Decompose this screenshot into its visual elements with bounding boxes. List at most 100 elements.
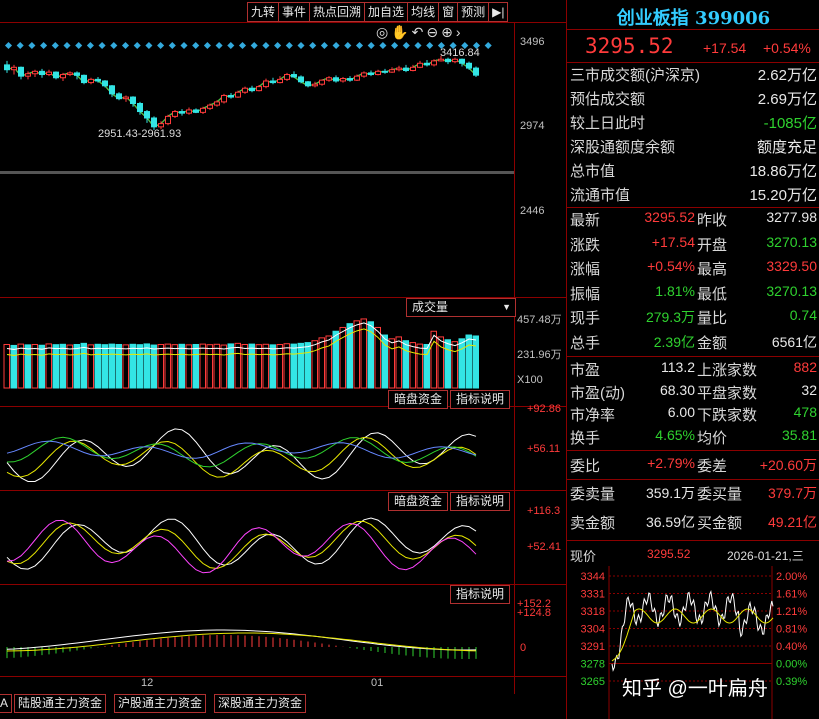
candle-body xyxy=(284,74,290,80)
quote-row: 最新 3295.52 昨收 3277.98 xyxy=(567,209,819,232)
y-label: +52.41 xyxy=(527,541,561,553)
tab-a[interactable]: A xyxy=(0,694,13,713)
volume-bar xyxy=(87,344,94,389)
candle-body xyxy=(11,66,17,71)
quote-cell: 379.7万 xyxy=(767,485,817,501)
volume-bar xyxy=(227,343,234,389)
volume-bar xyxy=(157,343,164,389)
signal-diamond xyxy=(16,41,24,50)
candle-body xyxy=(389,69,395,73)
candle-body xyxy=(39,70,45,76)
signal-diamond xyxy=(367,41,375,50)
mini-price: 3295.52 xyxy=(647,547,691,561)
quote-row: 换手 4.65% 均价 35.81 xyxy=(567,427,819,450)
index-title: 创业板指 399006 xyxy=(616,8,771,29)
y-label: 2446 xyxy=(520,205,545,217)
chart-tool-icons[interactable]: ◎✋↶⊖⊕› xyxy=(376,24,464,41)
quote-cell: 2.39亿 xyxy=(653,333,695,350)
signal-diamond xyxy=(402,41,410,50)
kline-chart-area[interactable]: 九转 事件 热点回溯 加自选 均线窗预测 ▶| ◎✋↶⊖⊕› 3496 2974 2446… xyxy=(0,0,566,719)
candle-body xyxy=(235,91,241,98)
indicator-help-button[interactable]: 指标说明 xyxy=(450,492,511,511)
indicator-help-button[interactable]: 指标说明 xyxy=(450,390,511,409)
volume-bar xyxy=(451,341,458,389)
quote-cell: 478 xyxy=(793,404,817,420)
quote-cell: +0.54% xyxy=(647,258,695,274)
tab-hk-connect-fund[interactable]: 陆股通主力资金 xyxy=(14,694,107,713)
quote-cell: 昨收 xyxy=(697,212,728,229)
signal-diamond xyxy=(121,41,130,50)
tab-sz-connect-fund[interactable]: 深股通主力资金 xyxy=(214,694,307,713)
volume-select[interactable]: 成交量 ▼ xyxy=(406,298,516,317)
quote-cell: 总手 xyxy=(570,334,601,352)
summary-row-value: 18.86万亿 xyxy=(749,163,817,180)
y-label: 457.48万 xyxy=(517,314,562,326)
mini-y-label-pct: 2.00% xyxy=(776,571,807,583)
quote-cell: 最高 xyxy=(697,261,728,278)
signal-diamond xyxy=(168,41,176,50)
volume-bar xyxy=(311,340,318,389)
indicator-help-button[interactable]: 指标说明 xyxy=(450,585,511,604)
quote-row: 涨跌 +17.54 开盘 3270.13 xyxy=(567,234,819,257)
volume-bar xyxy=(31,343,38,389)
mini-y-label-pct: 0.39% xyxy=(776,676,807,688)
hand-icon[interactable]: ✋ xyxy=(391,24,411,40)
dark-fund-button[interactable]: 暗盘资金 xyxy=(388,492,449,511)
candle-body xyxy=(102,80,108,87)
eye-icon[interactable]: ◎ xyxy=(376,24,391,40)
watermark: 知乎 @一叶扁舟 xyxy=(622,678,768,700)
signal-diamond xyxy=(86,41,94,50)
signal-diamond xyxy=(297,41,305,50)
axis-divider xyxy=(514,22,515,694)
volume-bar xyxy=(59,343,66,389)
mini-avg-line xyxy=(611,608,774,662)
volume-bar xyxy=(304,342,311,389)
candle-body xyxy=(424,62,430,66)
quote-cell: +17.54 xyxy=(651,233,695,250)
quote-cell: 涨跌 xyxy=(570,236,601,254)
candle-body xyxy=(417,62,423,68)
candle-body xyxy=(186,109,192,114)
chevron-right-icon[interactable]: › xyxy=(456,24,464,40)
high-label: 3416.84 xyxy=(440,47,480,59)
volume-bar xyxy=(248,343,255,389)
divider xyxy=(567,356,819,357)
candle-body xyxy=(340,78,346,82)
quote-cell: 涨幅 xyxy=(570,261,601,278)
mini-label: 现价 xyxy=(570,549,597,564)
dark-fund-button[interactable]: 暗盘资金 xyxy=(388,390,449,409)
candle-body xyxy=(410,66,416,72)
undo-icon[interactable]: ↶ xyxy=(412,24,427,40)
y-label: +116.3 xyxy=(527,505,561,517)
bottom-tabs: A 陆股通主力资金 沪股通主力资金 深股通主力资金 xyxy=(0,694,566,719)
zoom-in-icon[interactable]: ⊕ xyxy=(441,24,456,40)
candle-body xyxy=(74,72,80,76)
volume-bar xyxy=(444,339,451,389)
volume-bar xyxy=(409,342,416,389)
candle-body xyxy=(81,74,87,84)
quote-cell: 35.81 xyxy=(781,426,817,443)
summary-row-value: 额度充足 xyxy=(756,139,817,156)
candle-body xyxy=(123,96,129,100)
volume-bar xyxy=(45,343,52,389)
summary-row-value: 2.69万亿 xyxy=(757,91,817,108)
zoom-out-icon[interactable]: ⊖ xyxy=(426,24,441,40)
chevron-down-icon: ▼ xyxy=(502,302,511,312)
mini-y-label: 3331 xyxy=(581,589,605,601)
summary-row-value: 2.62万亿 xyxy=(757,67,817,84)
candle-body xyxy=(270,80,276,84)
candle-body xyxy=(263,80,269,88)
candle-body xyxy=(277,78,283,84)
volume-bar xyxy=(416,343,423,389)
candle-body xyxy=(375,70,381,76)
volume-bar xyxy=(220,344,227,389)
summary-row-label: 较上日此时 xyxy=(570,115,646,132)
signal-diamond xyxy=(4,41,13,50)
mini-price-line xyxy=(611,589,774,672)
divider xyxy=(567,540,819,541)
mini-y-label: 3304 xyxy=(581,624,605,636)
candle-body xyxy=(200,107,206,113)
signal-diamond xyxy=(391,41,399,50)
summary-row: 流通市值 15.20万亿 xyxy=(567,184,819,207)
tab-sh-connect-fund[interactable]: 沪股通主力资金 xyxy=(114,694,207,713)
